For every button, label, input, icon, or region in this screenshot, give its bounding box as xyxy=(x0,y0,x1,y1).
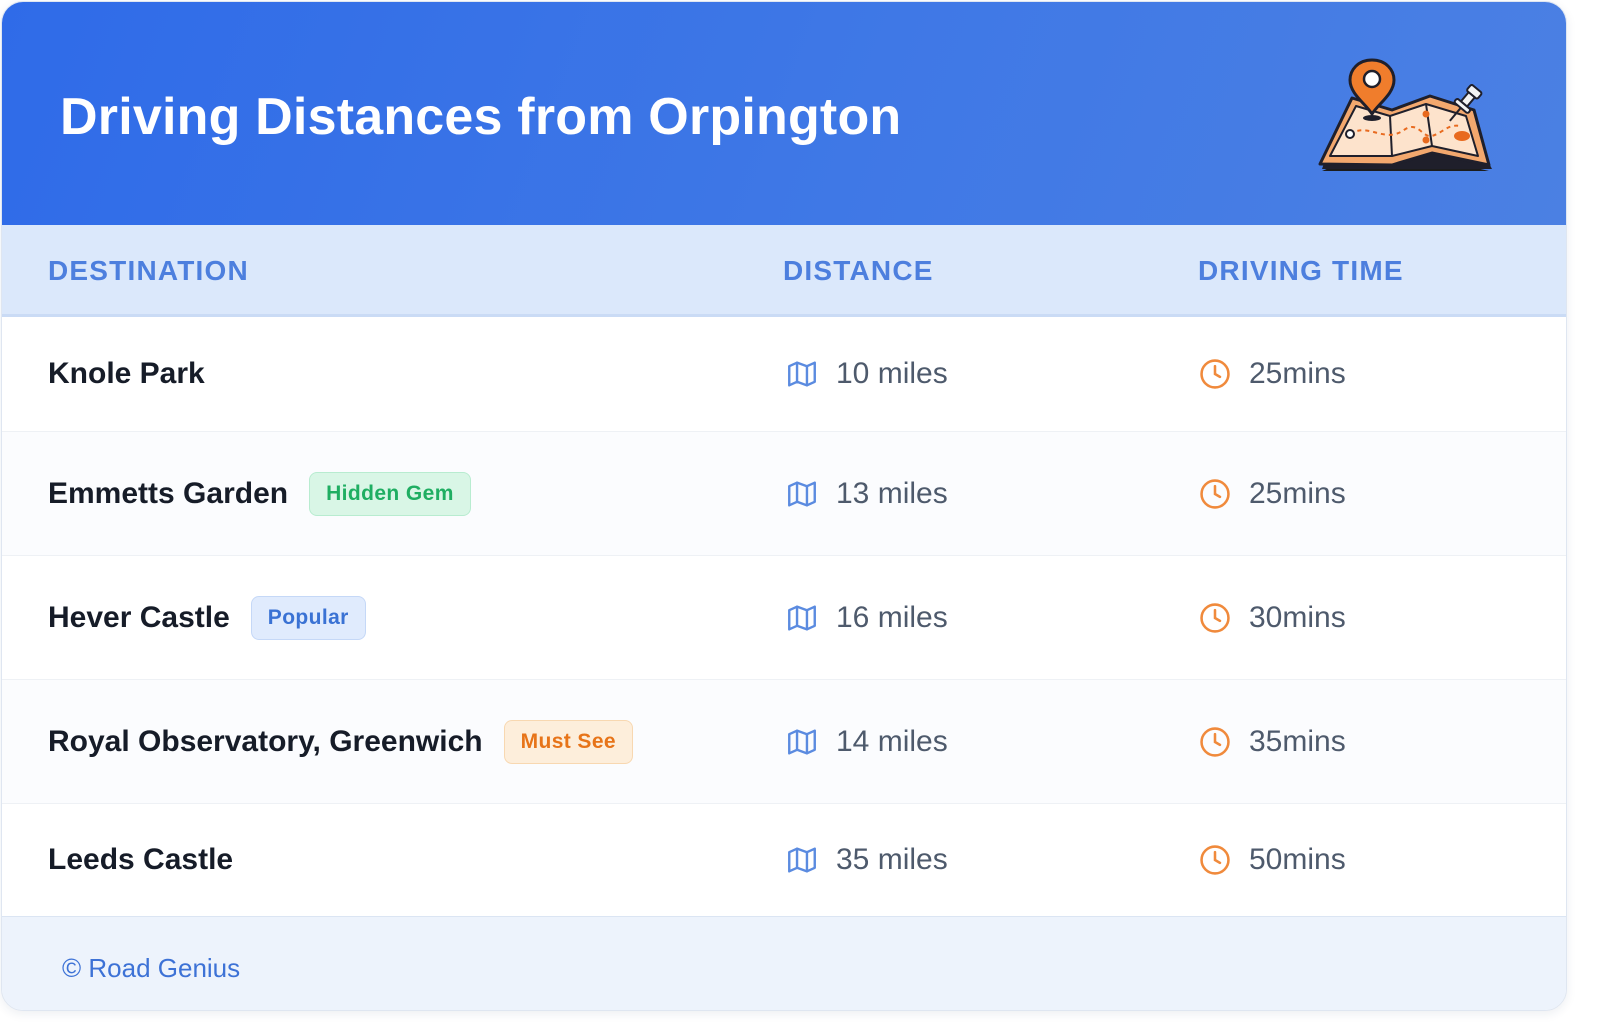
card-footer: © Road Genius xyxy=(2,916,1566,1010)
card-header: Driving Distances from Orpington xyxy=(2,2,1566,225)
distance-value: 13 miles xyxy=(836,476,948,510)
clock-icon xyxy=(1200,726,1230,757)
map-icon xyxy=(788,728,816,755)
map-icon xyxy=(788,604,816,631)
column-header-distance: DISTANCE xyxy=(783,255,934,286)
page-title: Driving Distances from Orpington xyxy=(60,88,902,146)
table-row: Emmetts Garden Hidden Gem 13 miles 25min… xyxy=(2,432,1566,556)
clock-icon xyxy=(1200,602,1230,633)
distance-value: 14 miles xyxy=(836,724,948,758)
clock-icon xyxy=(1200,478,1230,509)
must-see-badge: Must See xyxy=(503,719,634,764)
table-row: Knole Park 10 miles 25mins xyxy=(2,317,1566,432)
driving-time-value: 50mins xyxy=(1249,843,1346,876)
distance-card: Driving Distances from Orpington DESTINA… xyxy=(1,1,1567,1011)
driving-time-value: 25mins xyxy=(1249,357,1346,390)
clock-icon xyxy=(1200,845,1230,875)
destination-name: Hever Castle xyxy=(48,600,230,634)
table-row: Leeds Castle 35 miles 50mins xyxy=(2,804,1566,916)
map-icon xyxy=(788,847,816,873)
map-icon xyxy=(788,480,816,507)
hidden-gem-badge: Hidden Gem xyxy=(309,471,471,516)
destination-name: Knole Park xyxy=(48,357,205,390)
destination-name: Royal Observatory, Greenwich xyxy=(48,724,483,758)
driving-time-value: 35mins xyxy=(1249,724,1346,758)
distance-value: 10 miles xyxy=(836,357,948,390)
map-with-pin-icon xyxy=(1318,58,1492,171)
driving-time-value: 25mins xyxy=(1249,476,1346,510)
table-row: Royal Observatory, Greenwich Must See 14… xyxy=(2,680,1566,804)
distance-value: 35 miles xyxy=(836,843,948,876)
destination-name: Leeds Castle xyxy=(48,843,234,876)
destination-name: Emmetts Garden xyxy=(48,476,289,510)
column-header-driving-time: DRIVING TIME xyxy=(1198,255,1404,286)
popular-badge: Popular xyxy=(250,595,366,640)
table-row: Hever Castle Popular 16 miles 30mins xyxy=(2,556,1566,680)
column-header-destination: DESTINATION xyxy=(48,255,249,286)
column-header-row: DESTINATION DISTANCE DRIVING TIME xyxy=(2,225,1566,317)
map-icon xyxy=(788,361,816,387)
driving-time-value: 30mins xyxy=(1249,600,1346,634)
clock-icon xyxy=(1200,359,1230,389)
distance-value: 16 miles xyxy=(836,600,948,634)
footer-credit: © Road Genius xyxy=(62,953,241,983)
